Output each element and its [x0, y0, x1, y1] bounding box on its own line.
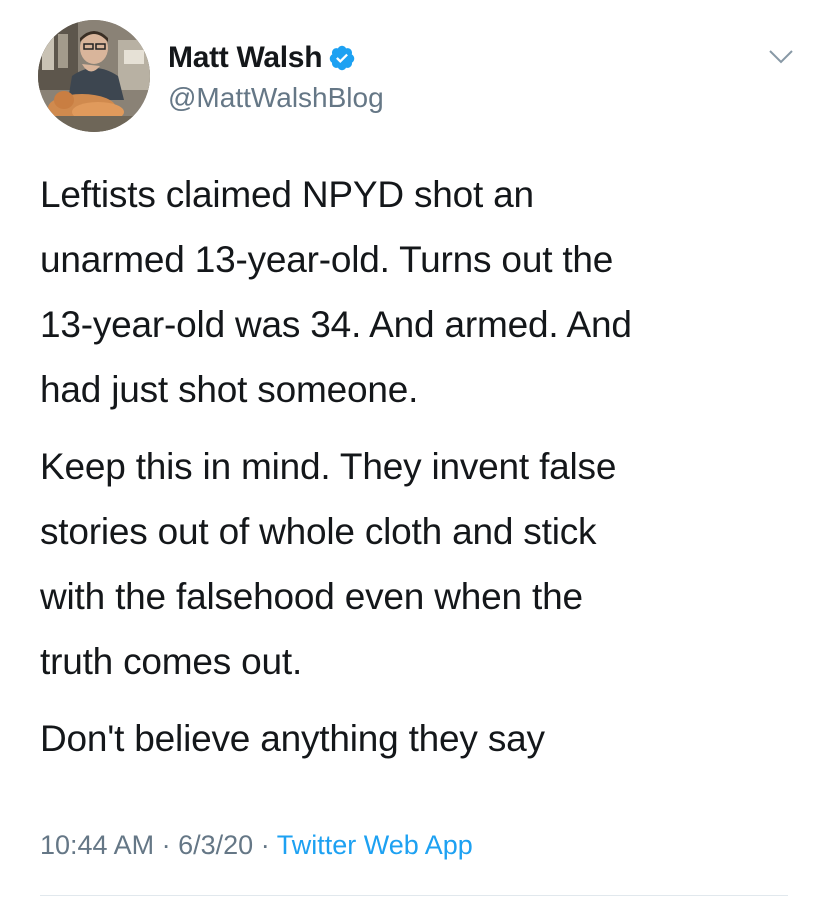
- tweet-paragraph-2: Keep this in mind. They invent false sto…: [40, 446, 617, 682]
- tweet-card: Matt Walsh @MattWalshBlog Leftists claim…: [0, 0, 828, 901]
- tweet-header: Matt Walsh @MattWalshBlog: [38, 20, 798, 132]
- verified-badge-icon: [328, 44, 356, 72]
- tweet-text: Leftists claimed NPYD shot an unarmed 13…: [40, 162, 790, 783]
- tweet-metadata: 10:44 AM · 6/3/20 · Twitter Web App: [40, 830, 473, 861]
- chevron-down-icon[interactable]: [768, 48, 794, 66]
- avatar-image: [38, 20, 150, 132]
- avatar[interactable]: [38, 20, 150, 132]
- user-handle[interactable]: @MattWalshBlog: [168, 82, 384, 114]
- display-name-row: Matt Walsh: [168, 40, 384, 76]
- user-names: Matt Walsh @MattWalshBlog: [168, 40, 384, 114]
- meta-separator: ·: [260, 830, 270, 860]
- tweet-time[interactable]: 10:44 AM: [40, 830, 154, 860]
- tweet-paragraph-3: Don't believe anything they say: [40, 718, 545, 759]
- tweet-paragraph-1: Leftists claimed NPYD shot an unarmed 13…: [40, 174, 632, 410]
- meta-separator: ·: [161, 830, 171, 860]
- tweet-date[interactable]: 6/3/20: [178, 830, 253, 860]
- display-name[interactable]: Matt Walsh: [168, 41, 323, 75]
- divider: [40, 895, 788, 896]
- tweet-source-link[interactable]: Twitter Web App: [277, 830, 473, 860]
